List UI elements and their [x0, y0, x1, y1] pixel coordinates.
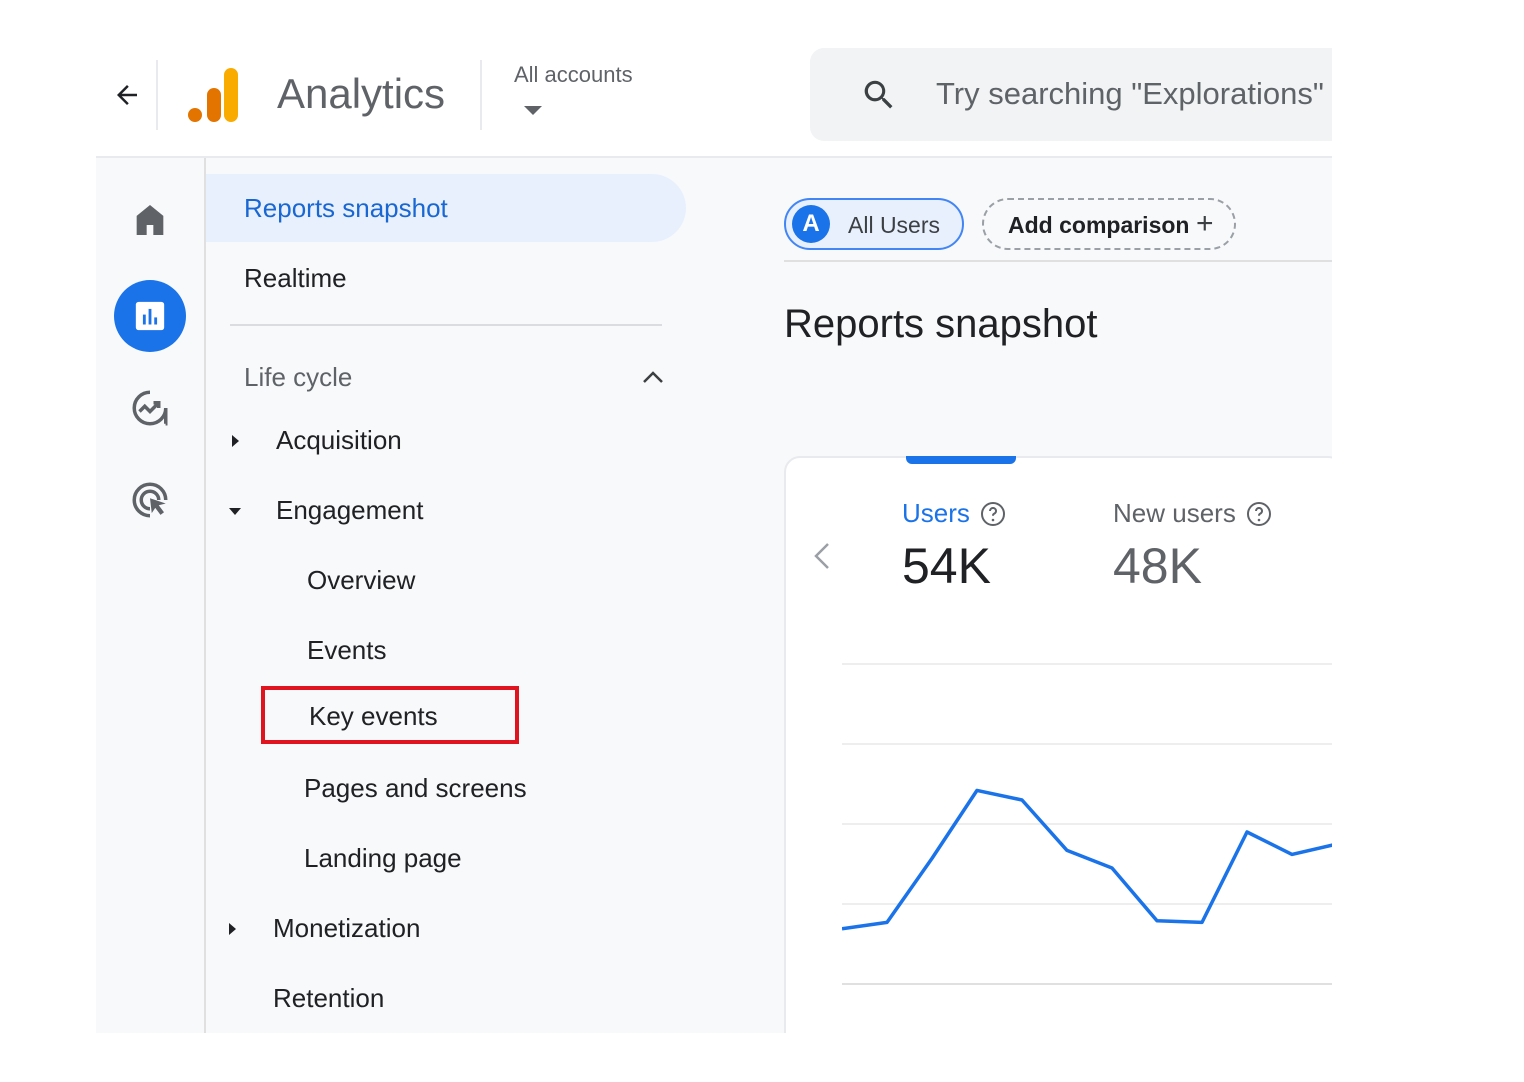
left-rail: [96, 158, 206, 1033]
metric-new-users[interactable]: New users 48K: [1113, 498, 1272, 595]
arrow-left-icon: [117, 85, 137, 105]
add-comparison-button[interactable]: Add comparison +: [982, 198, 1236, 250]
nav-item-label: Reports snapshot: [244, 192, 448, 223]
overview-card: Users 54K New users 48K: [784, 456, 1332, 1033]
nav-item-pages-and-screens[interactable]: Pages and screens: [304, 754, 527, 822]
metric-value: 54K: [902, 538, 991, 594]
analytics-window: Analytics All accounts Try searching "Ex…: [96, 40, 1332, 1033]
nav-item-label: Acquisition: [276, 424, 402, 455]
nav-item-realtime[interactable]: Realtime: [244, 244, 347, 312]
rail-explore-button[interactable]: [114, 372, 186, 444]
comparison-chip-all-users[interactable]: A All Users: [784, 198, 964, 250]
selected-metric-indicator: [906, 456, 1016, 464]
chevron-left-icon[interactable]: [808, 538, 836, 574]
series-line-users: [842, 788, 1332, 931]
main-content: A All Users Add comparison + Reports sna…: [780, 158, 1332, 1033]
explore-trend-icon: [132, 390, 168, 426]
search-icon: [864, 80, 893, 109]
search-placeholder: Try searching "Explorations": [936, 76, 1324, 111]
nav-item-key-events[interactable]: Key events: [309, 682, 438, 750]
header-divider: [480, 60, 482, 130]
nav-item-label: Monetization: [273, 912, 421, 943]
comparison-chip-label: All Users: [848, 212, 941, 238]
plus-icon: +: [1196, 207, 1214, 240]
account-selector[interactable]: All accounts: [514, 62, 633, 115]
bar-chart-icon: [135, 301, 165, 331]
chevron-up-icon: [643, 371, 663, 383]
reports-nav: Reports snapshot Realtime Life cycle Acq…: [206, 158, 780, 1033]
target-cursor-icon: [132, 482, 168, 518]
header-divider: [156, 60, 158, 130]
back-button[interactable]: [110, 78, 144, 112]
nav-item-acquisition[interactable]: Acquisition: [276, 406, 402, 474]
nav-item-monetization[interactable]: Monetization: [273, 894, 420, 962]
metric-name: New users: [1113, 498, 1236, 528]
metric-users[interactable]: Users 54K: [902, 498, 1006, 595]
segment-avatar: A: [792, 205, 830, 243]
metric-name: Users: [902, 498, 970, 528]
nav-item-engagement[interactable]: Engagement: [276, 476, 423, 544]
account-selector-label: All accounts: [514, 62, 633, 87]
caret-down-icon: [524, 106, 542, 115]
help-icon[interactable]: [1246, 501, 1272, 527]
nav-item-label: Overview: [307, 564, 416, 595]
nav-item-label: Engagement: [276, 494, 424, 525]
section-label: Life cycle: [244, 361, 353, 392]
nav-item-label: Retention: [273, 982, 385, 1013]
toolbar-divider: [784, 260, 1332, 262]
app-title: Analytics: [277, 70, 446, 117]
nav-item-label: Pages and screens: [304, 772, 527, 803]
search-input[interactable]: Try searching "Explorations": [810, 48, 1332, 141]
rail-reports-button[interactable]: [114, 280, 186, 352]
top-bar: Analytics All accounts Try searching "Ex…: [96, 40, 1332, 158]
add-comparison-label: Add comparison: [1008, 212, 1190, 238]
rail-advertising-button[interactable]: [114, 464, 186, 536]
metric-value: 48K: [1113, 538, 1202, 594]
nav-item-retention[interactable]: Retention: [273, 964, 384, 1032]
nav-item-label: Landing page: [304, 842, 462, 873]
nav-item-label: Realtime: [244, 262, 347, 293]
analytics-logo-icon: [188, 68, 238, 122]
nav-item-reports-snapshot[interactable]: Reports snapshot: [206, 174, 686, 242]
expand-acquisition-icon[interactable]: [228, 434, 242, 448]
page-title: Reports snapshot: [784, 302, 1098, 346]
collapse-engagement-icon[interactable]: [228, 504, 242, 518]
home-icon: [136, 205, 164, 235]
users-line-chart: [842, 663, 1332, 985]
nav-item-label: Events: [307, 634, 387, 665]
nav-item-landing-page[interactable]: Landing page: [304, 824, 462, 892]
nav-divider: [230, 324, 662, 326]
nav-item-events[interactable]: Events: [307, 616, 387, 684]
section-life-cycle[interactable]: Life cycle: [244, 354, 664, 400]
nav-item-label: Key events: [309, 700, 438, 731]
rail-home-button[interactable]: [114, 184, 186, 256]
nav-item-overview[interactable]: Overview: [307, 546, 415, 614]
help-icon[interactable]: [980, 501, 1006, 527]
expand-monetization-icon[interactable]: [225, 922, 239, 936]
